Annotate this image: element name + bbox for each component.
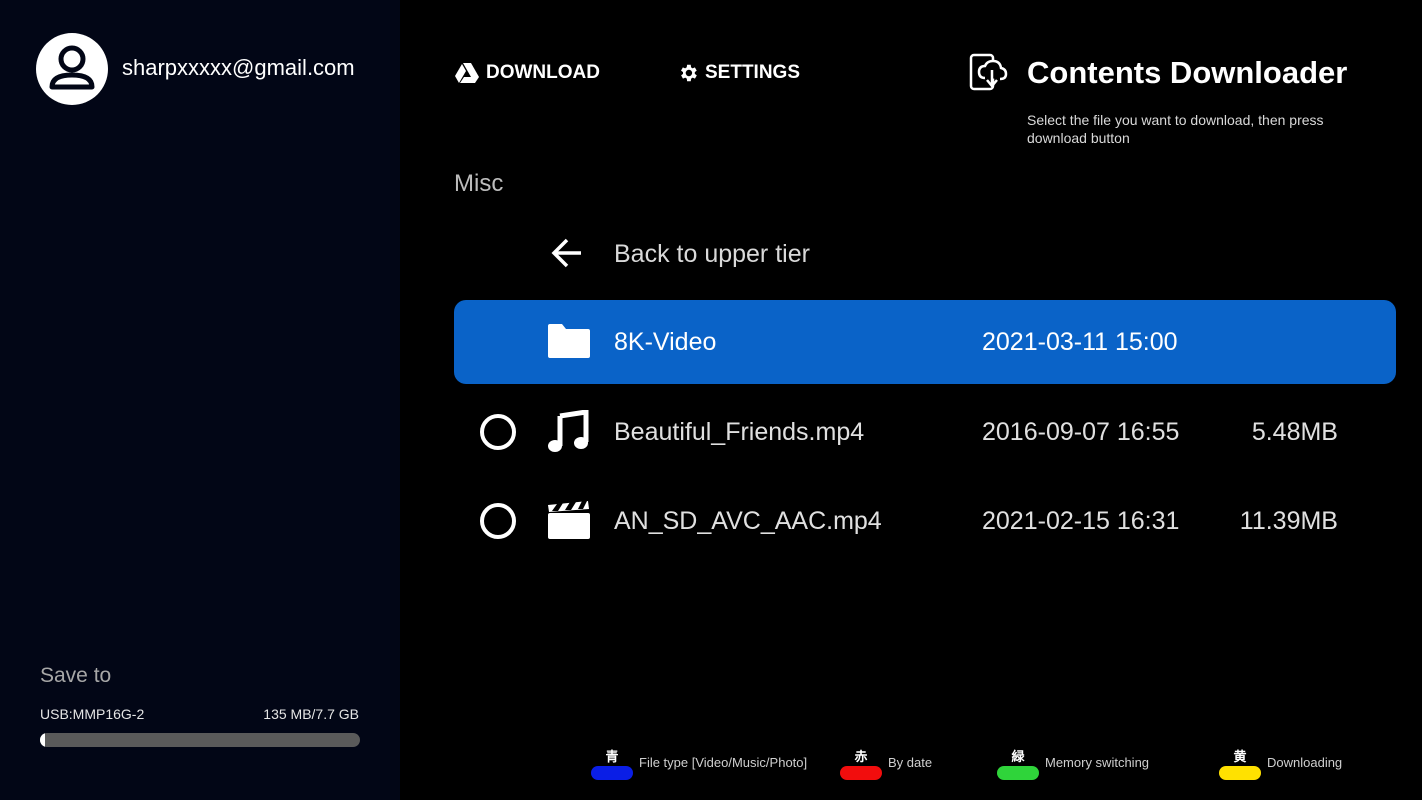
file-name: AN_SD_AVC_AAC.mp4: [614, 507, 882, 535]
file-size: 5.48MB: [1251, 418, 1338, 446]
folder-icon: [548, 324, 590, 358]
file-row-folder[interactable]: 8K-Video 2021-03-11 15:00: [454, 300, 1396, 384]
google-drive-icon: [455, 63, 479, 83]
app-title: Contents Downloader: [1027, 55, 1348, 90]
yellow-key-char: 黄: [1233, 749, 1247, 764]
storage-progress-fill: [40, 733, 46, 747]
storage-progress-bar: [40, 733, 360, 747]
green-key-icon: 緑: [997, 746, 1039, 780]
green-key-pill: [997, 766, 1039, 780]
file-date: 2016-09-07 16:55: [982, 418, 1180, 446]
file-name: Beautiful_Friends.mp4: [614, 418, 865, 446]
tab-settings[interactable]: SETTINGS: [677, 60, 800, 86]
app-subtitle: Select the file you want to download, th…: [1027, 112, 1324, 146]
account-avatar-icon[interactable]: [36, 33, 108, 105]
tab-download-label: DOWNLOAD: [486, 62, 600, 83]
tab-settings-label: SETTINGS: [705, 62, 801, 83]
arrow-back-icon: [551, 238, 581, 268]
account-email: sharpxxxxx@gmail.com: [122, 55, 355, 80]
current-folder-title: Misc: [454, 170, 504, 197]
file-size: 11.39MB: [1239, 507, 1338, 535]
legend-label: File type [Video/Music/Photo]: [639, 755, 808, 770]
blue-key-pill: [591, 766, 633, 780]
save-to-title: Save to: [40, 664, 112, 687]
yellow-key-pill: [1219, 766, 1261, 780]
file-name: 8K-Video: [614, 328, 717, 356]
music-note-icon: [548, 410, 589, 452]
storage-usage: 135 MB/7.7 GB: [263, 706, 359, 722]
blue-key-icon: 青: [591, 746, 633, 780]
red-key-icon: 赤: [840, 746, 882, 780]
legend-label: Downloading: [1267, 755, 1343, 770]
gear-icon: [681, 64, 697, 82]
red-key-char: 赤: [854, 749, 868, 764]
file-select-radio[interactable]: [480, 414, 516, 450]
red-key-pill: [840, 766, 882, 780]
back-to-upper-tier-label: Back to upper tier: [614, 240, 810, 268]
blue-key-char: 青: [605, 749, 619, 764]
back-to-upper-tier-button[interactable]: Back to upper tier: [454, 230, 1396, 280]
file-row-video[interactable]: AN_SD_AVC_AAC.mp4 2021-02-15 16:31 11.39…: [454, 479, 1396, 563]
green-key-char: 緑: [1011, 749, 1025, 764]
clapperboard-icon: [548, 501, 590, 539]
yellow-key-icon: 黄: [1219, 746, 1261, 780]
legend-label: By date: [888, 755, 933, 770]
file-select-radio[interactable]: [480, 503, 516, 539]
sidebar: sharpxxxxx@gmail.com Save to USB:MMP16G-…: [0, 0, 400, 800]
file-date: 2021-02-15 16:31: [982, 507, 1180, 535]
tab-download[interactable]: DOWNLOAD: [454, 60, 600, 86]
legend-label: Memory switching: [1045, 755, 1150, 770]
file-row-music[interactable]: Beautiful_Friends.mp4 2016-09-07 16:55 5…: [454, 390, 1396, 474]
storage-device-name: USB:MMP16G-2: [40, 706, 145, 722]
cloud-download-device-icon: [968, 52, 1008, 99]
file-date: 2021-03-11 15:00: [982, 328, 1178, 356]
